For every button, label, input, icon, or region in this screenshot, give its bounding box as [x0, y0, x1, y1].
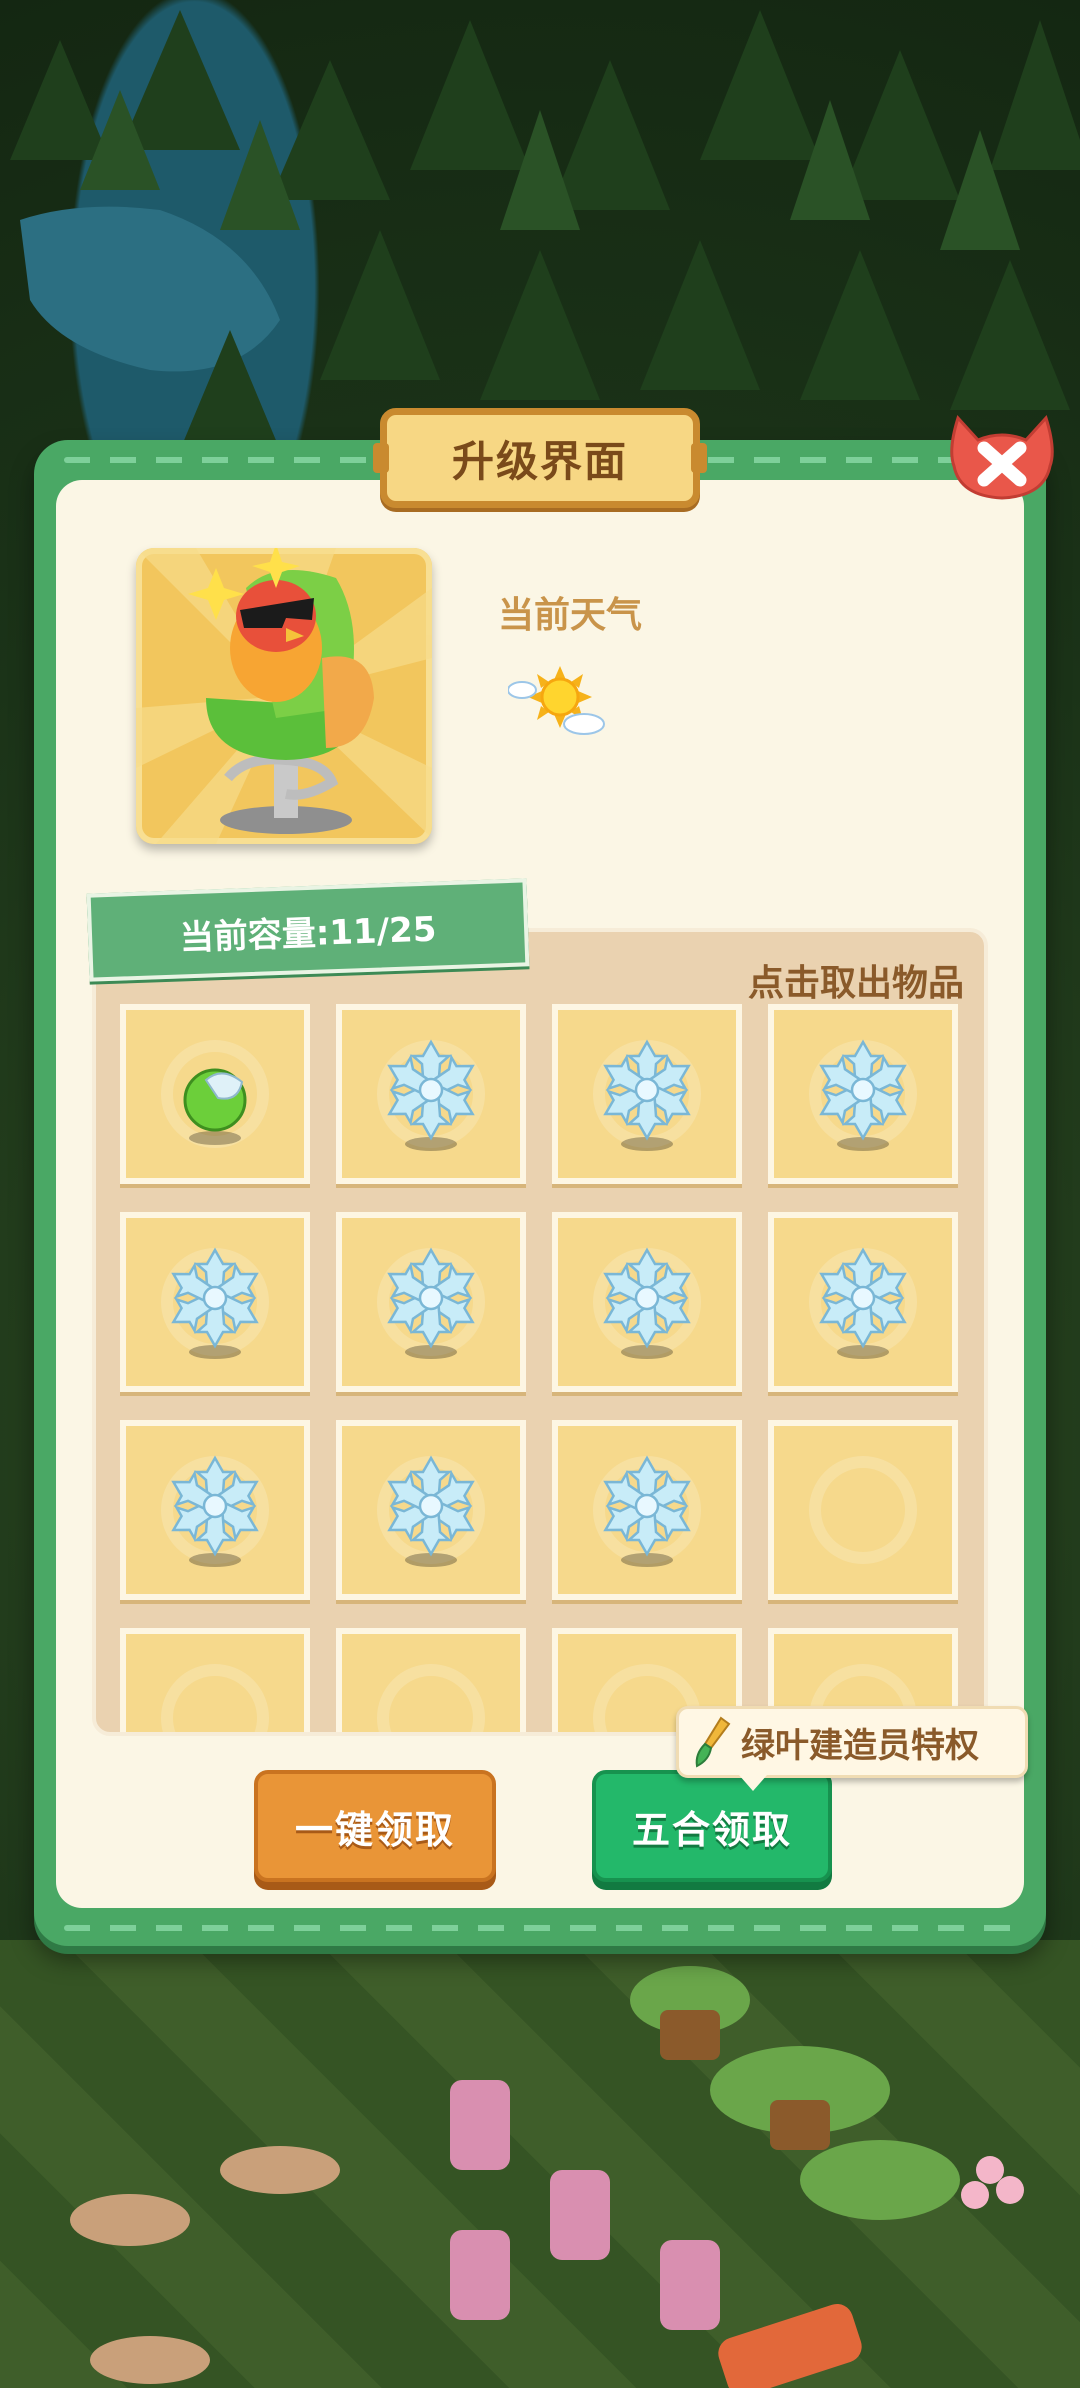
- snowflake-icon: [171, 1455, 259, 1567]
- inventory-panel: 点击取出物品: [92, 928, 988, 1736]
- inventory-slot[interactable]: [336, 1628, 526, 1732]
- snowflake-icon: [387, 1039, 475, 1151]
- inventory-slot[interactable]: [336, 1004, 526, 1184]
- inventory-slot[interactable]: [336, 1212, 526, 1392]
- salon-chair-with-sunglasses-bird-icon: [136, 548, 432, 844]
- inventory-slot[interactable]: [120, 1212, 310, 1392]
- close-button[interactable]: [944, 400, 1060, 508]
- sunny-cloud-icon: [508, 666, 605, 735]
- snowflake-icon: [603, 1455, 691, 1567]
- inventory-slot[interactable]: [552, 1212, 742, 1392]
- snowflake-icon: [387, 1455, 475, 1567]
- claim-all-button[interactable]: 一键领取: [254, 1770, 496, 1882]
- forest-background: [10, 10, 1080, 450]
- snowflake-icon: [603, 1039, 691, 1151]
- green-ball-icon: [183, 1068, 247, 1145]
- paintbrush-icon: [695, 1716, 731, 1768]
- item-preview: [136, 548, 432, 844]
- inventory-slot[interactable]: [120, 1628, 310, 1732]
- village-decorations: [70, 1966, 1024, 2388]
- snowflake-icon: [819, 1039, 907, 1151]
- inventory-hint: 点击取出物品: [747, 963, 964, 1004]
- builder-privilege-tag[interactable]: 绿叶建造员特权: [676, 1706, 1028, 1791]
- inventory-slot[interactable]: [552, 1004, 742, 1184]
- inventory-slot[interactable]: [768, 1212, 958, 1392]
- close-x-icon: [950, 415, 1054, 500]
- snowflake-icon: [171, 1247, 259, 1359]
- inventory-slot[interactable]: [336, 1420, 526, 1600]
- snowflake-icon: [603, 1247, 691, 1359]
- privilege-label: 绿叶建造员特权: [741, 1725, 979, 1766]
- frame-bottom-dashes: [64, 1925, 1016, 1931]
- inventory-slot[interactable]: [552, 1420, 742, 1600]
- snowflake-icon: [387, 1247, 475, 1359]
- weather-label: 当前天气: [498, 595, 643, 636]
- inventory-slot[interactable]: [120, 1420, 310, 1600]
- inventory-grid: [120, 1004, 958, 1732]
- dialog-title: 升级界面: [373, 408, 707, 508]
- inventory-slot[interactable]: [768, 1420, 958, 1600]
- inventory-slot[interactable]: [768, 1004, 958, 1184]
- snowflake-icon: [819, 1247, 907, 1359]
- merge-claim-button[interactable]: 五合领取: [592, 1770, 832, 1882]
- capacity-ribbon: 当前容量:11/25: [86, 878, 530, 982]
- inventory-slot[interactable]: [120, 1004, 310, 1184]
